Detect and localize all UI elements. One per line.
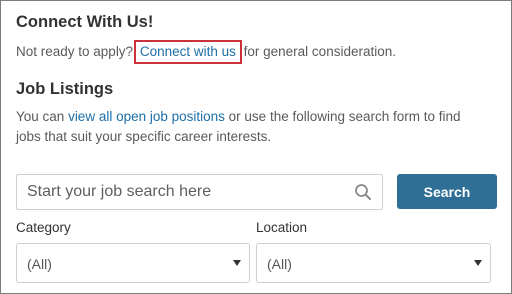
connect-text-before: Not ready to apply? bbox=[16, 44, 137, 59]
connect-with-us-link[interactable]: Connect with us bbox=[140, 44, 236, 59]
jobs-paragraph-line2: jobs that suit your specific career inte… bbox=[16, 129, 272, 144]
job-search-input[interactable] bbox=[17, 175, 347, 209]
search-icon[interactable] bbox=[354, 183, 372, 201]
highlight-box: Connect with us bbox=[133, 40, 242, 64]
category-select[interactable]: (All) bbox=[16, 243, 250, 283]
connect-paragraph: Not ready to apply? Connect with us for … bbox=[16, 40, 396, 64]
page-frame: Connect With Us! Not ready to apply? Con… bbox=[0, 0, 512, 294]
location-select-value: (All) bbox=[267, 256, 292, 272]
job-listings-heading: Job Listings bbox=[16, 80, 114, 98]
view-all-jobs-link[interactable]: view all open job positions bbox=[68, 109, 225, 124]
connect-text-after: for general consideration. bbox=[239, 44, 396, 59]
location-label: Location bbox=[256, 220, 308, 235]
category-label: Category bbox=[16, 220, 71, 235]
chevron-down-icon bbox=[474, 260, 482, 266]
category-select-value: (All) bbox=[27, 256, 52, 272]
jobs-text-before: You can bbox=[16, 109, 69, 124]
jobs-text-after: or use the following search form to find bbox=[224, 109, 461, 124]
search-button[interactable]: Search bbox=[397, 174, 497, 209]
connect-heading: Connect With Us! bbox=[16, 13, 154, 31]
chevron-down-icon bbox=[233, 260, 241, 266]
jobs-paragraph-line1: You can view all open job positions or u… bbox=[16, 107, 461, 127]
location-select[interactable]: (All) bbox=[256, 243, 491, 283]
job-search-box bbox=[16, 174, 383, 210]
